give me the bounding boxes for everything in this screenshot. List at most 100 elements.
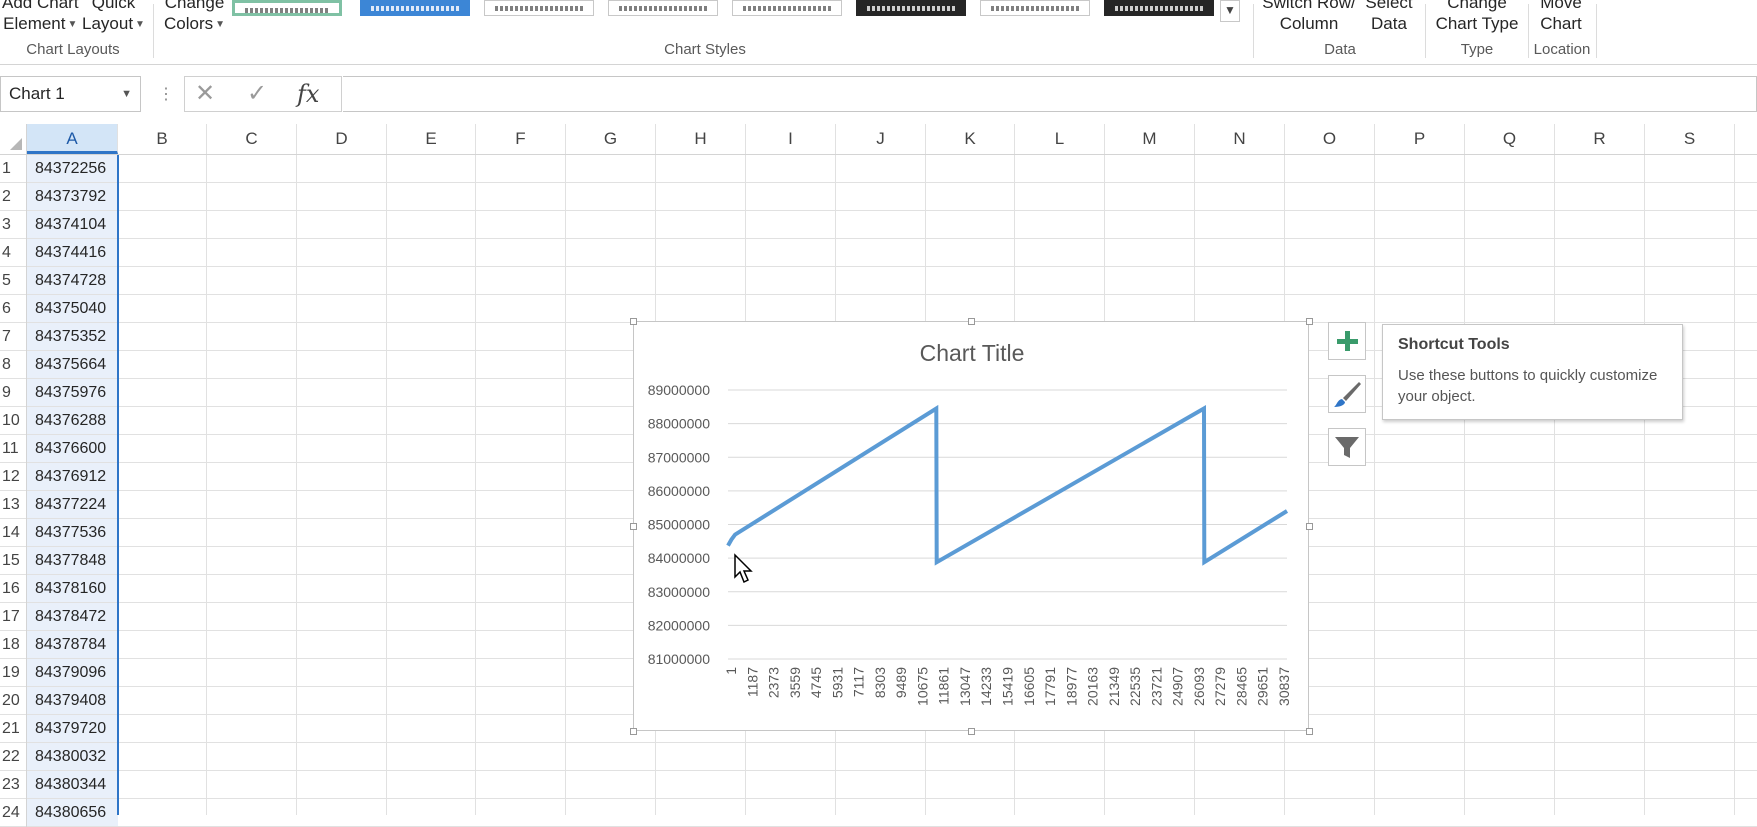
cell-a[interactable]: 84374416 [27,239,118,266]
row-header[interactable]: 23 [0,771,27,799]
cell-a[interactable]: 84376288 [27,407,118,434]
chart-style-3[interactable] [484,0,594,16]
cell-a[interactable]: 84378784 [27,631,118,658]
chart-style-5[interactable] [732,0,842,16]
column-header-e[interactable]: E [387,124,476,154]
add-chart-element-button[interactable]: Add Chart Element ▼ [2,0,79,35]
resize-handle[interactable] [968,728,975,735]
column-header-d[interactable]: D [297,124,387,154]
chart-filters-button[interactable] [1328,428,1366,466]
cell-a[interactable]: 84380032 [27,743,118,770]
row-header[interactable]: 7 [0,323,27,351]
move-chart-button[interactable]: Move Chart [1536,0,1586,34]
formula-input[interactable] [343,76,1757,112]
select-data-button[interactable]: Select Data [1364,0,1414,34]
cell-a[interactable]: 84377224 [27,491,118,518]
gallery-more-icon[interactable]: ▼ [1220,0,1240,22]
column-header-q[interactable]: Q [1465,124,1555,154]
cell-a[interactable]: 84376600 [27,435,118,462]
row-header[interactable]: 8 [0,351,27,379]
chart-style-6[interactable] [856,0,966,16]
chart-style-7[interactable] [980,0,1090,16]
chart-style-2[interactable] [360,0,470,16]
name-box-dropdown-icon[interactable]: ▼ [121,77,132,111]
column-header-o[interactable]: O [1285,124,1375,154]
column-header-s[interactable]: S [1645,124,1735,154]
cell-a[interactable]: 84375352 [27,323,118,350]
chart-style-8[interactable] [1104,0,1214,16]
chart-style-1[interactable] [232,0,342,16]
row-header[interactable]: 4 [0,239,27,267]
change-colors-button[interactable]: Change Colors ▼ [164,0,225,35]
column-header-c[interactable]: C [207,124,297,154]
cell-a[interactable]: 84374728 [27,267,118,294]
cell-a[interactable]: 84375664 [27,351,118,378]
row-header[interactable]: 12 [0,463,27,491]
column-header-b[interactable]: B [118,124,207,154]
cell-a[interactable]: 84373792 [27,183,118,210]
cell-a[interactable]: 84380656 [27,799,118,826]
cell-a[interactable]: 84378160 [27,575,118,602]
cell-a[interactable]: 84372256 [27,155,118,182]
column-header-a[interactable]: A [27,124,118,154]
cell-a[interactable]: 84375040 [27,295,118,322]
row-header[interactable]: 3 [0,211,27,239]
row-header[interactable]: 16 [0,575,27,603]
enter-icon[interactable]: ✓ [247,77,267,111]
chart-object[interactable]: Chart Title 89000000 88000000 87000000 8600… [630,318,1313,735]
cell-a[interactable]: 84375976 [27,379,118,406]
column-header-g[interactable]: G [566,124,656,154]
resize-handle[interactable] [1306,523,1313,530]
row-header[interactable]: 13 [0,491,27,519]
name-box[interactable]: Chart 1 ▼ [0,76,141,112]
cancel-icon[interactable]: ✕ [195,77,215,111]
row-header[interactable]: 5 [0,267,27,295]
chart-style-4[interactable] [608,0,718,16]
row-header[interactable]: 2 [0,183,27,211]
column-header-j[interactable]: J [836,124,926,154]
row-header[interactable]: 22 [0,743,27,771]
switch-row-column-button[interactable]: Switch Row/ Column [1262,0,1356,34]
chart-elements-button[interactable] [1328,322,1366,360]
column-header-f[interactable]: F [476,124,566,154]
chart-styles-button[interactable] [1328,375,1366,413]
cell-a[interactable]: 84379096 [27,659,118,686]
column-header-l[interactable]: L [1015,124,1105,154]
cell-a[interactable]: 84377536 [27,519,118,546]
resize-handle[interactable] [1306,318,1313,325]
column-header-h[interactable]: H [656,124,746,154]
more-options-icon[interactable]: ⋮ [158,84,174,104]
resize-handle[interactable] [630,523,637,530]
column-header-k[interactable]: K [926,124,1015,154]
row-header[interactable]: 6 [0,295,27,323]
cell-a[interactable]: 84380344 [27,771,118,798]
row-header[interactable]: 9 [0,379,27,407]
column-header-i[interactable]: I [746,124,836,154]
chart-plot-area[interactable]: 89000000 88000000 87000000 86000000 85000000… [634,322,1310,732]
row-header[interactable]: 14 [0,519,27,547]
change-chart-type-button[interactable]: Change Chart Type [1432,0,1522,34]
cell-a[interactable]: 84378472 [27,603,118,630]
row-header[interactable]: 11 [0,435,27,463]
row-header[interactable]: 21 [0,715,27,743]
row-header[interactable]: 10 [0,407,27,435]
select-all-button[interactable] [0,124,27,154]
cell-a[interactable]: 84376912 [27,463,118,490]
resize-handle[interactable] [630,318,637,325]
cell-a[interactable]: 84374104 [27,211,118,238]
row-header[interactable]: 19 [0,659,27,687]
cell-a[interactable]: 84379408 [27,687,118,714]
column-header-n[interactable]: N [1195,124,1285,154]
series-line[interactable] [726,404,1289,566]
row-header[interactable]: 20 [0,687,27,715]
row-header[interactable]: 1 [0,155,27,183]
row-header[interactable]: 17 [0,603,27,631]
column-header-p[interactable]: P [1375,124,1465,154]
cell-a[interactable]: 84379720 [27,715,118,742]
column-header-m[interactable]: M [1105,124,1195,154]
quick-layout-button[interactable]: Quick Layout ▼ [82,0,145,35]
row-header[interactable]: 24 [0,799,27,827]
cell-a[interactable]: 84377848 [27,547,118,574]
row-header[interactable]: 18 [0,631,27,659]
resize-handle[interactable] [630,728,637,735]
